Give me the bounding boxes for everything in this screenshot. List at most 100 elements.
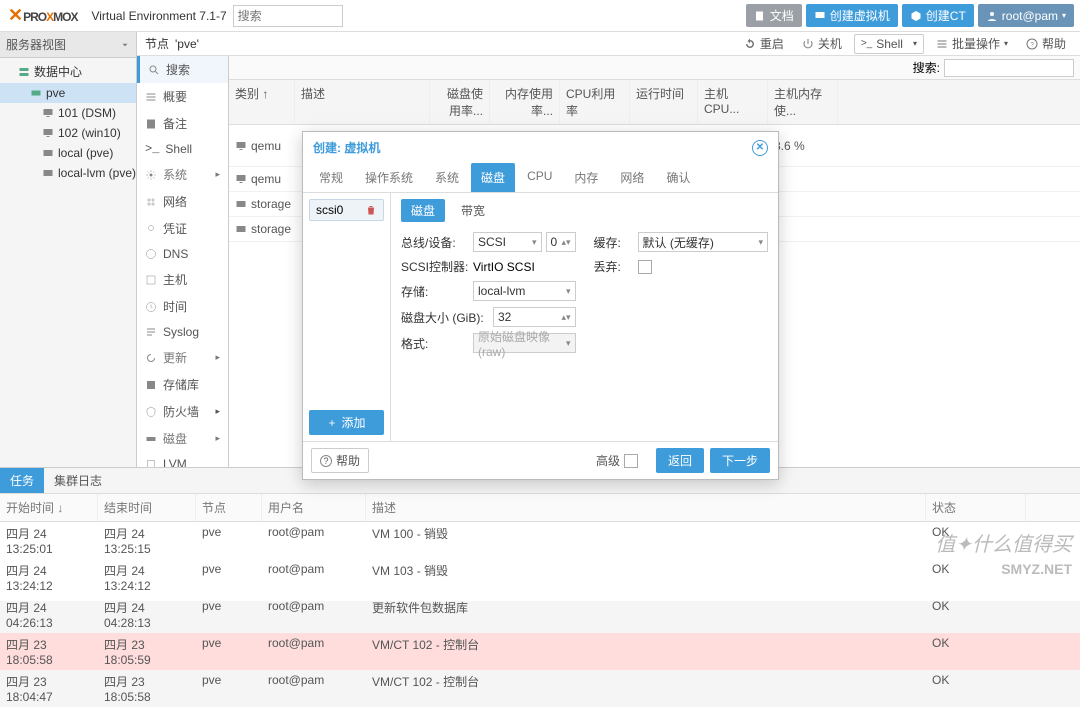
menu-dns[interactable]: DNS	[137, 242, 228, 266]
tcol-node[interactable]: 节点	[196, 494, 262, 521]
svg-text:?: ?	[1030, 42, 1034, 48]
wizard-tab-6[interactable]: 网络	[610, 163, 654, 192]
menu-shell[interactable]: >_Shell	[137, 137, 228, 161]
watermark: 值✦什么值得买	[935, 528, 1072, 557]
discard-checkbox[interactable]	[638, 260, 652, 274]
storage-select[interactable]: local-lvm▾	[473, 281, 576, 301]
disk-item-scsi0[interactable]: scsi0	[309, 199, 384, 221]
label-cache: 缓存:	[594, 234, 634, 251]
list-icon	[936, 38, 948, 50]
wizard-tab-1[interactable]: 操作系统	[355, 163, 423, 192]
tcol-desc[interactable]: 描述	[366, 494, 926, 521]
tcol-user[interactable]: 用户名	[262, 494, 366, 521]
host-icon	[145, 274, 157, 286]
refresh-icon	[145, 352, 157, 364]
back-button[interactable]: 返回	[656, 448, 704, 473]
menu-firewall[interactable]: 防火墙▸	[137, 398, 228, 425]
tab-tasks[interactable]: 任务	[0, 468, 44, 493]
col-desc[interactable]: 描述	[295, 80, 430, 124]
create-ct-button[interactable]: 创建CT	[902, 4, 974, 27]
tree-header[interactable]: 服务器视图	[0, 32, 136, 58]
col-hostmem[interactable]: 主机内存使...	[768, 80, 838, 124]
subtab-disk[interactable]: 磁盘	[401, 199, 445, 222]
tree-vm-101[interactable]: 101 (DSM)	[0, 103, 136, 123]
wizard-tab-5[interactable]: 内存	[564, 163, 608, 192]
subtab-bandwidth[interactable]: 带宽	[451, 199, 495, 222]
scsi-value: VirtIO SCSI	[473, 260, 535, 274]
disk-list: scsi0 添加	[303, 193, 391, 441]
tab-cluster-log[interactable]: 集群日志	[44, 468, 112, 493]
next-button[interactable]: 下一步	[710, 448, 770, 473]
wizard-tab-3[interactable]: 磁盘	[471, 163, 515, 192]
menu-lvm[interactable]: LVM	[137, 452, 228, 467]
user-menu[interactable]: root@pam▾	[978, 4, 1074, 27]
plus-icon	[327, 418, 337, 428]
menu-notes[interactable]: 备注	[137, 110, 228, 137]
size-input[interactable]: 32▴▾	[493, 307, 576, 327]
tree-node-pve[interactable]: pve	[0, 83, 136, 103]
add-disk-button[interactable]: 添加	[309, 410, 384, 435]
tcol-start[interactable]: 开始时间 ↓	[0, 494, 98, 521]
col-type[interactable]: 类别 ↑	[229, 80, 295, 124]
cache-select[interactable]: 默认 (无缓存)▾	[638, 232, 769, 252]
global-search-input[interactable]	[233, 5, 343, 27]
task-row[interactable]: 四月 24 04:26:13四月 24 04:28:13pveroot@pam更…	[0, 596, 1080, 633]
wizard-tab-2[interactable]: 系统	[425, 163, 469, 192]
menu-system[interactable]: 系统▸	[137, 161, 228, 188]
tcol-status[interactable]: 状态	[926, 494, 1026, 521]
tree-vm-102[interactable]: 102 (win10)	[0, 123, 136, 143]
bus-index[interactable]: 0▴▾	[546, 232, 576, 252]
col-uptime[interactable]: 运行时间	[630, 80, 698, 124]
advanced-toggle[interactable]: 高级	[584, 448, 650, 473]
format-select: 原始磁盘映像 (raw)▾	[473, 333, 576, 353]
wizard-tab-7[interactable]: 确认	[656, 163, 700, 192]
task-row[interactable]: 四月 24 13:24:12四月 24 13:24:12pveroot@pamV…	[0, 559, 1080, 596]
col-disk[interactable]: 磁盘使用率...	[430, 80, 490, 124]
menu-disks[interactable]: 磁盘▸	[137, 425, 228, 452]
task-row[interactable]: 四月 23 18:04:47四月 23 18:05:58pveroot@pamV…	[0, 670, 1080, 707]
wizard-tab-4[interactable]: CPU	[517, 163, 562, 192]
menu-network[interactable]: 网络	[137, 188, 228, 215]
create-vm-button[interactable]: 创建虚拟机	[806, 4, 898, 27]
content-search-input[interactable]	[944, 59, 1074, 77]
reboot-button[interactable]: 重启	[738, 33, 790, 54]
wizard-tabs: 常规操作系统系统磁盘CPU内存网络确认	[303, 163, 778, 193]
col-hostcpu[interactable]: 主机CPU...	[698, 80, 768, 124]
cube-icon	[910, 10, 922, 22]
repo-icon	[145, 379, 157, 391]
label-scsi: SCSI控制器:	[401, 258, 469, 275]
bulk-button[interactable]: 批量操作▾	[930, 33, 1014, 54]
breadcrumb-bar: 节点 'pve' 重启 关机 >_Shell▾ 批量操作▾ ?帮助	[137, 32, 1080, 56]
col-cpu[interactable]: CPU利用率	[560, 80, 630, 124]
menu-certs[interactable]: 凭证	[137, 215, 228, 242]
tree-storage-local[interactable]: local (pve)	[0, 143, 136, 163]
trash-icon[interactable]	[365, 204, 377, 216]
menu-repos[interactable]: 存储库	[137, 371, 228, 398]
shell-button[interactable]: >_Shell▾	[854, 34, 924, 54]
task-row[interactable]: 四月 23 18:05:58四月 23 18:05:59pveroot@pamV…	[0, 633, 1080, 670]
menu-search[interactable]: 搜索	[137, 56, 228, 83]
list-icon	[145, 91, 157, 103]
menu-time[interactable]: 时间	[137, 293, 228, 320]
create-vm-dialog: 创建: 虚拟机 ✕ 常规操作系统系统磁盘CPU内存网络确认 scsi0 添加 磁…	[302, 131, 779, 480]
menu-hosts[interactable]: 主机	[137, 266, 228, 293]
close-button[interactable]: ✕	[752, 140, 768, 156]
tcol-end[interactable]: 结束时间	[98, 494, 196, 521]
tree-storage-lvm[interactable]: local-lvm (pve)	[0, 163, 136, 183]
col-mem[interactable]: 内存使用率...	[490, 80, 560, 124]
docs-button[interactable]: 文档	[746, 4, 802, 27]
menu-summary[interactable]: 概要	[137, 83, 228, 110]
bus-select[interactable]: SCSI▾	[473, 232, 542, 252]
menu-syslog[interactable]: Syslog	[137, 320, 228, 344]
help-button[interactable]: ?帮助	[311, 448, 369, 473]
help-button[interactable]: ?帮助	[1020, 33, 1072, 54]
menu-updates[interactable]: 更新▸	[137, 344, 228, 371]
wizard-tab-0[interactable]: 常规	[309, 163, 353, 192]
server-tree-panel: 服务器视图 数据中心 pve 101 (DSM) 102 (win10) loc…	[0, 32, 137, 467]
tree-datacenter[interactable]: 数据中心	[0, 60, 136, 83]
version-label: Virtual Environment 7.1-7	[91, 9, 226, 23]
help-icon: ?	[1026, 38, 1038, 50]
node-icon	[30, 87, 42, 99]
task-row[interactable]: 四月 24 13:25:01四月 24 13:25:15pveroot@pamV…	[0, 522, 1080, 559]
shutdown-button[interactable]: 关机	[796, 33, 848, 54]
